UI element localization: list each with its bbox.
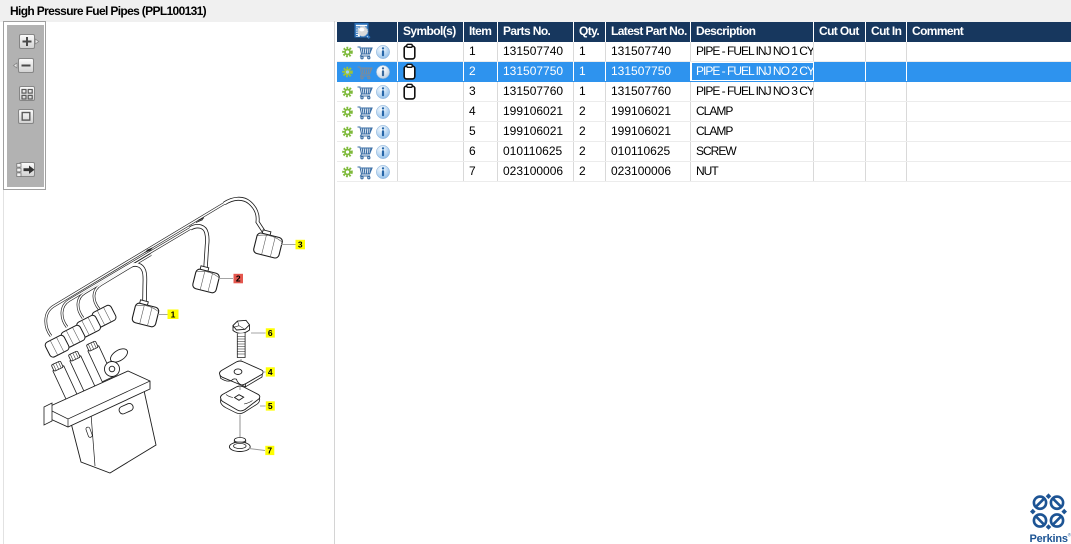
svg-text:3: 3 bbox=[298, 240, 303, 250]
svg-text:5: 5 bbox=[268, 401, 273, 411]
svg-text:2: 2 bbox=[236, 274, 241, 284]
svg-text:7: 7 bbox=[267, 446, 272, 456]
svg-text:6: 6 bbox=[268, 328, 273, 338]
svg-text:4: 4 bbox=[268, 367, 273, 377]
svg-text:Perkins: Perkins bbox=[1030, 533, 1068, 544]
svg-text:1: 1 bbox=[171, 309, 176, 319]
